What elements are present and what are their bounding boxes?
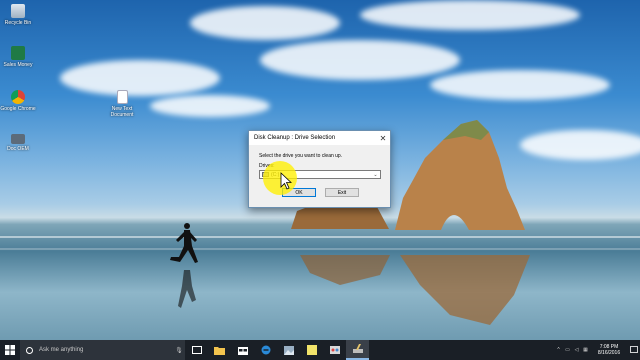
runner-silhouette: [170, 223, 198, 308]
desktop-icon-google-chrome[interactable]: Google Chrome: [0, 90, 36, 112]
dialog-titlebar[interactable]: Disk Cleanup : Drive Selection ✕: [249, 131, 390, 145]
desktop-icon-sales-money[interactable]: Sales Money: [0, 46, 36, 68]
exit-button[interactable]: Exit: [325, 188, 359, 197]
cortana-search-box[interactable]: Ask me anything 🎙: [20, 340, 185, 360]
chevron-up-icon[interactable]: ^: [554, 340, 563, 360]
desktop-icon-doc-oem[interactable]: Doc OEM: [0, 134, 36, 152]
excel-file-icon: [11, 46, 25, 60]
sticky-notes-button[interactable]: [300, 340, 323, 360]
desktop-icon-label: Sales Money: [3, 62, 33, 68]
task-view-icon: [191, 346, 202, 354]
desktop-icon-label: Doc OEM: [7, 146, 29, 152]
wave-line: [0, 236, 640, 238]
action-center-button[interactable]: [628, 340, 640, 360]
disk-cleanup-icon: [352, 344, 363, 353]
edge-icon: [261, 345, 270, 355]
paint-icon: [329, 346, 340, 354]
store-button[interactable]: [231, 340, 254, 360]
disk-cleanup-taskbar-button[interactable]: [346, 340, 369, 360]
store-icon: [237, 347, 248, 355]
close-button[interactable]: ✕: [376, 131, 390, 145]
cloud: [190, 6, 340, 40]
volume-icon[interactable]: ◁: [572, 340, 581, 360]
dialog-prompt: Select the drive you want to clean up.: [259, 153, 343, 159]
search-placeholder: Ask me anything: [39, 347, 84, 353]
file-explorer-button[interactable]: [208, 340, 231, 360]
cloud: [520, 130, 640, 160]
cortana-icon: [26, 346, 33, 354]
desktop-icon-label: New Text Document: [110, 106, 134, 118]
mouse-pointer-icon: [280, 172, 292, 190]
desktop-icon-label: Google Chrome: [0, 106, 36, 112]
cloud: [430, 70, 610, 100]
system-tray: ^ ▭ ◁ ▦ 7:08 PM 8/16/2016: [554, 340, 640, 360]
notification-icon: [630, 346, 638, 353]
cloud: [150, 95, 270, 117]
rock-arch: [395, 120, 525, 230]
keyboard-icon[interactable]: ▦: [581, 340, 590, 360]
cloud: [260, 40, 460, 80]
cloud: [60, 60, 220, 96]
windows-logo-icon: [5, 345, 15, 355]
recycle-bin-icon: [11, 4, 25, 18]
clock[interactable]: 7:08 PM 8/16/2016: [592, 344, 626, 356]
chevron-down-icon: ⌄: [373, 171, 378, 178]
photos-button[interactable]: [277, 340, 300, 360]
close-icon: ✕: [379, 133, 387, 143]
network-icon[interactable]: ▭: [563, 340, 572, 360]
text-document-icon: [116, 90, 128, 104]
desktop-icon-recycle-bin[interactable]: Recycle Bin: [0, 4, 36, 26]
chrome-icon: [11, 90, 25, 104]
desktop-icon-new-text-document[interactable]: New Text Document: [104, 90, 140, 118]
wave-line: [0, 248, 640, 250]
rock-reflection: [300, 255, 530, 325]
start-button[interactable]: [0, 340, 20, 360]
sticky-notes-icon: [306, 345, 317, 355]
cloud: [360, 0, 580, 30]
microphone-icon[interactable]: 🎙: [173, 347, 185, 354]
desktop-icon-label: Recycle Bin: [4, 20, 32, 26]
clock-date: 8/16/2016: [597, 350, 621, 356]
paint-button[interactable]: [323, 340, 346, 360]
dialog-title: Disk Cleanup : Drive Selection: [254, 135, 336, 141]
file-explorer-icon: [214, 346, 225, 355]
edge-button[interactable]: [254, 340, 277, 360]
taskbar: Ask me anything 🎙 ^ ▭ ◁ ▦ 7:08 PM 8/16/2…: [0, 340, 640, 360]
app-icon: [11, 134, 25, 144]
task-view-button[interactable]: [185, 340, 208, 360]
photos-icon: [283, 345, 294, 355]
